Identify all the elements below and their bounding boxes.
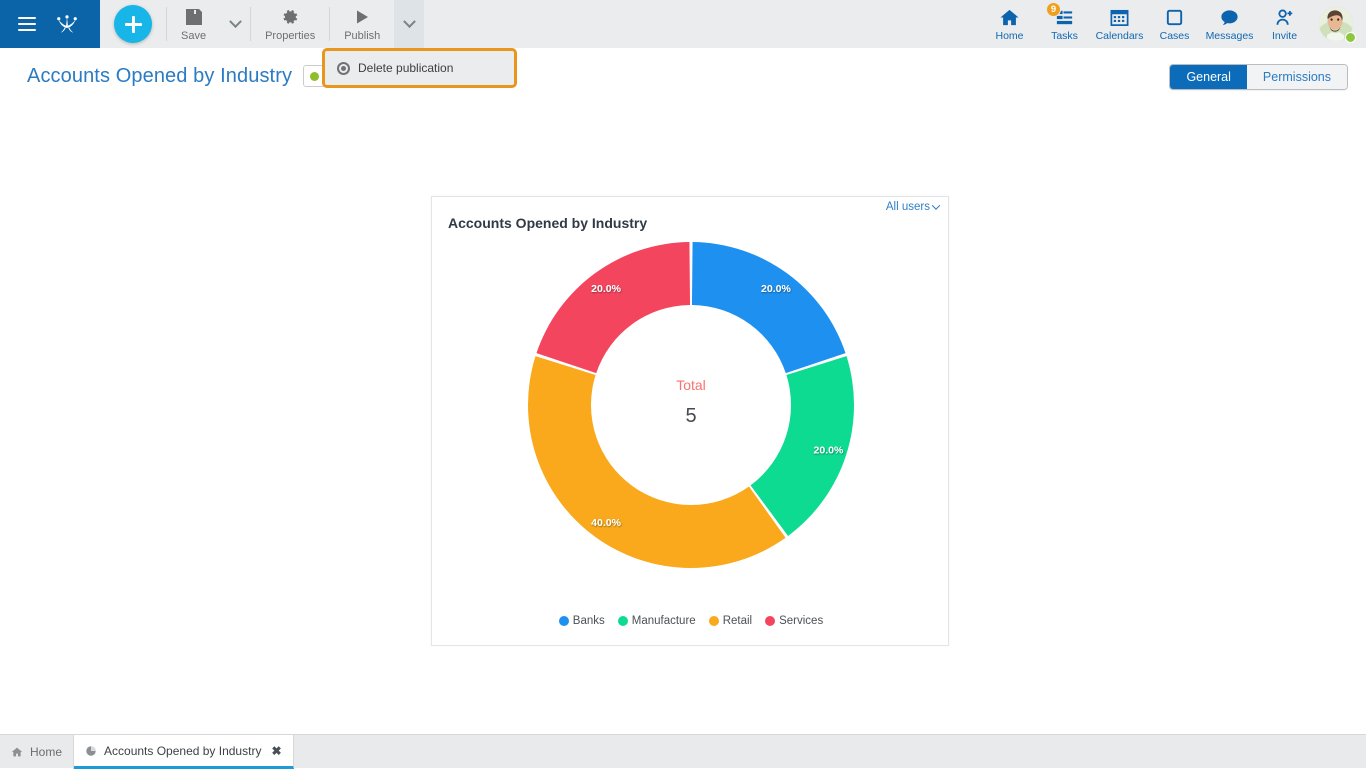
view-tabs: General Permissions <box>1169 64 1348 90</box>
legend-item-banks[interactable]: Banks <box>559 615 605 627</box>
add-button[interactable] <box>114 5 152 43</box>
tab-permissions[interactable]: Permissions <box>1247 65 1347 89</box>
save-dropdown-caret[interactable] <box>220 0 250 48</box>
close-icon[interactable]: ✖ <box>271 744 281 758</box>
nav-item-cases[interactable]: Cases <box>1147 0 1202 48</box>
donut-label-services: 20.0% <box>591 283 621 295</box>
taskbar-tab-label: Accounts Opened by Industry <box>104 744 261 758</box>
donut-segment-banks[interactable] <box>692 242 846 373</box>
page-header: Accounts Opened by Industry <box>0 48 1366 104</box>
floppy-disk-icon <box>184 6 204 28</box>
donut-segment-retail[interactable] <box>528 356 786 568</box>
play-triangle-icon <box>352 6 372 28</box>
taskbar-tab-accounts-opened-by-industry[interactable]: Accounts Opened by Industry ✖ <box>74 735 294 769</box>
publish-dropdown-menu: Delete publication <box>322 48 517 88</box>
taskbar-tab-home[interactable]: Home <box>0 735 74 769</box>
donut-svg: Total 5 20.0% 20.0% 40.0% 20.0% <box>471 233 911 593</box>
save-label: Save <box>181 31 206 42</box>
legend-item-manufacture[interactable]: Manufacture <box>618 615 696 627</box>
nav-label-messages: Messages <box>1206 31 1254 42</box>
save-button[interactable]: Save <box>167 0 220 48</box>
page-title: Accounts Opened by Industry <box>27 65 292 88</box>
tasks-badge: 9 <box>1046 2 1061 17</box>
target-circle-icon <box>337 62 350 75</box>
menu-item-delete-publication[interactable]: Delete publication <box>325 51 514 85</box>
square-outline-icon <box>1164 6 1185 28</box>
donut-center-label: Total <box>676 377 706 393</box>
chart-legend: Banks Manufacture Retail Services <box>432 615 950 627</box>
legend-label: Retail <box>723 615 752 627</box>
donut-label-retail: 40.0% <box>591 517 621 529</box>
top-toolbar: Save Properties Publish Home 9 <box>0 0 1366 48</box>
legend-swatch-icon <box>765 616 775 626</box>
publish-button[interactable]: Publish <box>330 0 394 48</box>
donut-chart: Total 5 20.0% 20.0% 40.0% 20.0% <box>432 233 950 593</box>
top-nav: Home 9 Tasks Calendars <box>982 0 1366 48</box>
gear-icon <box>280 6 300 28</box>
calendar-icon <box>1109 6 1130 28</box>
add-button-wrap <box>100 0 166 48</box>
donut-label-banks: 20.0% <box>761 283 791 295</box>
taskbar-tab-label: Home <box>30 745 62 759</box>
all-users-filter[interactable]: All users <box>886 201 939 213</box>
legend-swatch-icon <box>618 616 628 626</box>
chart-card: All users Accounts Opened by Industry To… <box>431 196 949 646</box>
tab-general[interactable]: General <box>1170 65 1246 89</box>
legend-item-retail[interactable]: Retail <box>709 615 752 627</box>
legend-item-services[interactable]: Services <box>765 615 823 627</box>
nav-label-tasks: Tasks <box>1051 31 1078 42</box>
legend-label: Manufacture <box>632 615 696 627</box>
avatar[interactable] <box>1312 0 1360 48</box>
nav-label-home: Home <box>995 31 1023 42</box>
brand-area <box>0 0 100 48</box>
nav-item-calendars[interactable]: Calendars <box>1092 0 1147 48</box>
hamburger-icon[interactable] <box>18 17 36 31</box>
home-icon <box>999 6 1020 28</box>
person-add-icon <box>1274 6 1295 28</box>
properties-label: Properties <box>265 31 315 42</box>
nav-label-cases: Cases <box>1160 31 1190 42</box>
chevron-down-icon <box>403 15 416 28</box>
home-icon <box>11 746 23 758</box>
nav-label-invite: Invite <box>1272 31 1297 42</box>
toolbar-spacer <box>424 0 982 48</box>
status-dot <box>310 72 319 81</box>
publish-label: Publish <box>344 31 380 42</box>
donut-center-value: 5 <box>685 405 696 427</box>
speech-bubble-icon <box>1219 6 1240 28</box>
avatar-status-dot <box>1345 32 1356 43</box>
all-users-label: All users <box>886 201 930 213</box>
chart-title: Accounts Opened by Industry <box>448 215 647 231</box>
crow-foot-logo-icon[interactable] <box>52 9 82 39</box>
taskbar: Home Accounts Opened by Industry ✖ <box>0 734 1366 768</box>
legend-label: Banks <box>573 615 605 627</box>
legend-swatch-icon <box>559 616 569 626</box>
donut-label-manufacture: 20.0% <box>814 445 844 457</box>
nav-item-messages[interactable]: Messages <box>1202 0 1257 48</box>
donut-segment-services[interactable] <box>536 242 690 373</box>
nav-item-home[interactable]: Home <box>982 0 1037 48</box>
pie-chart-icon <box>85 745 97 757</box>
nav-label-calendars: Calendars <box>1096 31 1144 42</box>
nav-item-invite[interactable]: Invite <box>1257 0 1312 48</box>
legend-label: Services <box>779 615 823 627</box>
publish-dropdown-caret[interactable] <box>394 0 424 48</box>
chevron-down-icon <box>229 15 242 28</box>
chevron-down-icon <box>932 201 940 209</box>
menu-item-label: Delete publication <box>358 61 453 75</box>
legend-swatch-icon <box>709 616 719 626</box>
properties-button[interactable]: Properties <box>251 0 329 48</box>
nav-item-tasks[interactable]: 9 Tasks <box>1037 0 1092 48</box>
